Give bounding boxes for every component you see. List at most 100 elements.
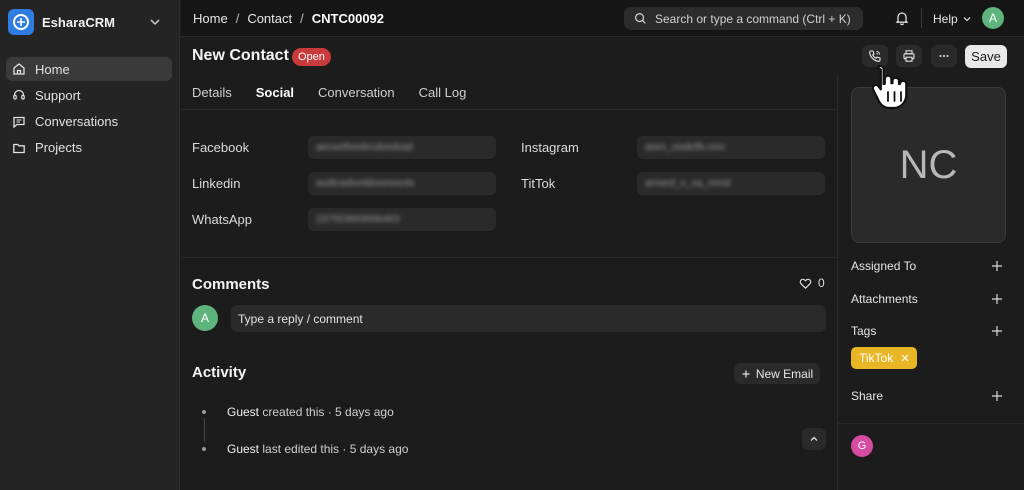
attachments-row: Attachments bbox=[851, 292, 1003, 306]
section-divider bbox=[181, 257, 837, 258]
printer-icon bbox=[903, 50, 915, 62]
breadcrumb-separator: / bbox=[235, 11, 240, 26]
tags-label: Tags bbox=[851, 324, 877, 338]
new-email-button[interactable]: New Email bbox=[734, 363, 820, 384]
message-icon bbox=[13, 116, 25, 128]
tab-bar-divider bbox=[181, 109, 837, 110]
page-title: New Contact bbox=[192, 47, 289, 64]
chevron-up-icon bbox=[810, 436, 818, 441]
breadcrumb-current: CNTC00092 bbox=[311, 11, 385, 26]
phone-call-icon bbox=[869, 50, 881, 62]
topbar-divider bbox=[921, 8, 922, 28]
like-count: 0 bbox=[818, 276, 825, 290]
heart-icon bbox=[799, 278, 812, 289]
whatsapp-value: 237553669966463 bbox=[316, 214, 400, 225]
folder-icon bbox=[13, 143, 25, 154]
home-icon bbox=[13, 63, 25, 75]
linkedin-value: asdtcadseddssesseds bbox=[316, 178, 415, 189]
user-avatar[interactable]: A bbox=[982, 7, 1004, 29]
attachments-label: Attachments bbox=[851, 292, 918, 306]
plus-icon[interactable] bbox=[991, 260, 1003, 272]
tiktok-value: amsed_n_xa_nnnd bbox=[645, 178, 731, 189]
linkedin-field[interactable]: asdtcadseddssesseds bbox=[308, 172, 496, 195]
hand-pointer-icon bbox=[871, 64, 908, 110]
facebook-value: aecsetfsedecdsedsad bbox=[316, 142, 413, 153]
app-name: EsharaCRM bbox=[42, 14, 115, 30]
breadcrumb: Home / Contact / CNTC00092 bbox=[193, 11, 384, 26]
plus-icon[interactable] bbox=[991, 390, 1003, 402]
tags-row: Tags bbox=[851, 324, 1003, 338]
tiktok-field[interactable]: amsed_n_xa_nnnd bbox=[637, 172, 825, 195]
tab-social[interactable]: Social bbox=[256, 85, 294, 100]
help-menu[interactable]: Help bbox=[933, 12, 972, 26]
activity-item: Guest created this · 5 days ago bbox=[227, 405, 394, 419]
topbar: Home / Contact / CNTC00092 Search or typ… bbox=[181, 0, 1024, 37]
close-icon[interactable] bbox=[901, 354, 909, 362]
sidebar-item-label: Conversations bbox=[35, 114, 119, 130]
plus-icon bbox=[742, 370, 750, 377]
app-logo-icon bbox=[8, 9, 34, 35]
instagram-field[interactable]: asim_stsdcffs.nnn bbox=[637, 136, 825, 159]
sidebar-item-conversations[interactable]: Conversations bbox=[6, 110, 172, 134]
sidebar-nav: Home Support Conversations Projects bbox=[6, 57, 172, 162]
sidebar-item-home[interactable]: Home bbox=[6, 57, 172, 81]
instagram-label: Instagram bbox=[521, 140, 579, 155]
comment-avatar: A bbox=[192, 305, 218, 331]
comment-input[interactable]: Type a reply / comment bbox=[231, 305, 826, 332]
like-button[interactable]: 0 bbox=[799, 276, 825, 290]
breadcrumb-contact[interactable]: Contact bbox=[247, 11, 292, 26]
activity-heading: Activity bbox=[192, 364, 247, 381]
assigned-to-label: Assigned To bbox=[851, 259, 917, 273]
help-label: Help bbox=[933, 12, 958, 26]
contact-photo[interactable]: NC bbox=[851, 87, 1006, 243]
scroll-to-top-button[interactable] bbox=[802, 428, 826, 450]
more-options-button[interactable] bbox=[931, 45, 957, 67]
new-email-label: New Email bbox=[755, 366, 814, 381]
headset-icon bbox=[13, 90, 25, 100]
assigned-to-row: Assigned To bbox=[851, 259, 1003, 273]
timeline-dot bbox=[202, 410, 206, 414]
facebook-field[interactable]: aecsetfsedecdsedsad bbox=[308, 136, 496, 159]
sidebar-item-label: Support bbox=[35, 87, 81, 103]
comments-heading: Comments bbox=[192, 276, 270, 293]
timeline-line bbox=[204, 418, 205, 442]
contact-initials: NC bbox=[899, 142, 958, 187]
search-placeholder: Search or type a command (Ctrl + K) bbox=[655, 11, 851, 26]
whatsapp-field[interactable]: 237553669966463 bbox=[308, 208, 496, 231]
activity-actor: Guest bbox=[227, 442, 260, 456]
comment-placeholder: Type a reply / comment bbox=[238, 311, 363, 326]
right-panel-divider bbox=[838, 423, 1024, 424]
tag-chip[interactable]: TikTok bbox=[851, 347, 918, 369]
breadcrumb-home[interactable]: Home bbox=[193, 11, 228, 26]
share-label: Share bbox=[851, 389, 884, 403]
search-input[interactable]: Search or type a command (Ctrl + K) bbox=[624, 7, 863, 30]
facebook-label: Facebook bbox=[192, 140, 250, 155]
activity-item: Guest last edited this · 5 days ago bbox=[227, 442, 408, 456]
chevron-down-icon bbox=[150, 19, 160, 26]
workspace-switcher[interactable]: EsharaCRM bbox=[8, 8, 172, 36]
more-horizontal-icon bbox=[939, 55, 949, 57]
sidebar-item-label: Projects bbox=[35, 140, 82, 156]
plus-icon[interactable] bbox=[991, 325, 1003, 337]
tiktok-label: TitTok bbox=[521, 176, 556, 191]
whatsapp-label: WhatsApp bbox=[192, 212, 252, 227]
timeline-dot bbox=[202, 447, 206, 451]
sidebar-item-support[interactable]: Support bbox=[6, 83, 172, 107]
activity-actor: Guest bbox=[227, 405, 260, 419]
chevron-down-icon bbox=[963, 17, 971, 22]
activity-description: created this · 5 days ago bbox=[259, 405, 394, 419]
shared-user-avatar[interactable]: G bbox=[851, 435, 873, 457]
linkedin-label: Linkedin bbox=[192, 176, 241, 191]
bell-icon[interactable] bbox=[894, 10, 910, 26]
sidebar: EsharaCRM Home Support Conversations Pro… bbox=[0, 0, 180, 490]
tab-conversation[interactable]: Conversation bbox=[318, 85, 395, 100]
tab-bar: Details Social Conversation Call Log bbox=[192, 85, 490, 100]
status-badge: Open bbox=[292, 48, 331, 66]
plus-icon[interactable] bbox=[991, 293, 1003, 305]
save-button[interactable]: Save bbox=[965, 45, 1007, 68]
search-icon bbox=[635, 13, 646, 24]
tab-details[interactable]: Details bbox=[192, 85, 232, 100]
instagram-value: asim_stsdcffs.nnn bbox=[645, 142, 725, 153]
sidebar-item-projects[interactable]: Projects bbox=[6, 136, 172, 160]
tab-call-log[interactable]: Call Log bbox=[419, 85, 467, 100]
